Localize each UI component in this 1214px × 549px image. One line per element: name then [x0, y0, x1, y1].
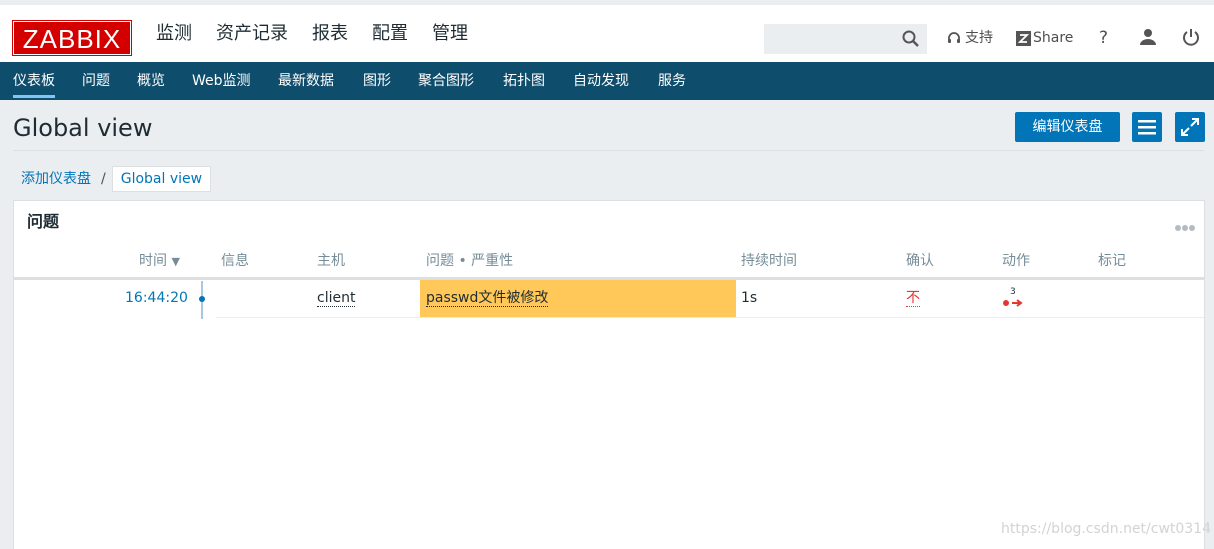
sub-menu-services[interactable]: 服务 — [658, 62, 686, 100]
column-header-info: 信息 — [221, 253, 249, 269]
sub-menu-screens[interactable]: 聚合图形 — [418, 62, 474, 100]
breadcrumb-separator: / — [101, 171, 106, 187]
host-name: client — [317, 290, 356, 307]
watermark-text: https://blog.csdn.net/cwt0314 — [1001, 521, 1212, 537]
title-divider — [13, 150, 1204, 151]
page-title: Global view — [13, 114, 153, 142]
sub-menu-latest-data[interactable]: 最新数据 — [278, 62, 334, 100]
column-header-problem-severity: 问题 • 严重性 — [426, 253, 514, 269]
power-icon[interactable] — [1181, 27, 1201, 49]
sub-menu-web[interactable]: Web监测 — [192, 62, 251, 100]
breadcrumb: 添加仪表盘 / Global view — [13, 166, 212, 192]
edit-dashboard-button[interactable]: 编辑仪表盘 — [1015, 112, 1120, 142]
share-link[interactable]: Share — [1016, 29, 1073, 47]
sub-menu-discovery[interactable]: 自动发现 — [573, 62, 629, 100]
timeline-dot — [199, 296, 205, 302]
problem-time-link[interactable]: 16:44:20 — [125, 288, 188, 308]
search-icon[interactable] — [897, 26, 925, 52]
table-row-divider — [216, 317, 1204, 318]
share-z-icon — [1016, 30, 1031, 46]
column-header-time-label: 时间 — [139, 253, 167, 269]
breadcrumb-parent[interactable]: 添加仪表盘 — [13, 167, 99, 191]
actions-count: 3 — [1010, 287, 1016, 297]
widget-title: 问题 — [27, 212, 60, 231]
column-header-time[interactable]: 时间 ▼ — [139, 251, 180, 272]
ack-link[interactable]: 不 — [906, 288, 920, 308]
top-header: ZABBIX 监测 资产记录 报表 配置 管理 支持 Share ? — [0, 0, 1214, 69]
problems-widget: 问题 时间 ▼ 信息 主机 问题 • 严重性 持续时间 确认 动作 标记 16:… — [13, 200, 1205, 549]
sort-desc-icon: ▼ — [171, 255, 180, 268]
share-label: Share — [1033, 30, 1074, 46]
column-header-actions: 动作 — [1002, 253, 1030, 269]
main-menu-administration[interactable]: 管理 — [432, 19, 468, 49]
problem-name: passwd文件被修改 — [426, 290, 549, 307]
sub-menu-overview[interactable]: 概览 — [137, 62, 165, 100]
main-menu-configuration[interactable]: 配置 — [372, 19, 408, 49]
sub-menu-problems[interactable]: 问题 — [82, 62, 110, 100]
fullscreen-icon[interactable] — [1175, 112, 1205, 142]
column-header-host: 主机 — [317, 253, 345, 269]
sub-menu-maps[interactable]: 拓扑图 — [503, 62, 545, 100]
problem-name-link[interactable]: passwd文件被修改 — [426, 288, 549, 308]
actions-indicator[interactable]: 3 — [1002, 287, 1028, 311]
ack-status: 不 — [906, 290, 920, 307]
column-header-ack: 确认 — [906, 253, 934, 269]
main-menu-inventory[interactable]: 资产记录 — [216, 19, 288, 49]
headset-icon — [948, 32, 960, 43]
zabbix-logo[interactable]: ZABBIX — [12, 20, 132, 56]
sub-menu-graphs[interactable]: 图形 — [363, 62, 391, 100]
hamburger-icon[interactable] — [1132, 112, 1162, 142]
problem-duration: 1s — [741, 290, 758, 306]
main-menu-monitoring[interactable]: 监测 — [156, 19, 192, 69]
support-label: 支持 — [965, 30, 993, 46]
main-menu: 监测 资产记录 报表 配置 管理 — [156, 19, 492, 69]
sub-menu-dashboard[interactable]: 仪表板 — [13, 62, 55, 100]
more-icon[interactable] — [1174, 217, 1196, 231]
column-header-tags: 标记 — [1098, 253, 1126, 269]
action-arrow-icon — [1003, 299, 1023, 307]
help-button[interactable]: ? — [1099, 29, 1108, 47]
problem-host-link[interactable]: client — [317, 288, 356, 308]
support-link[interactable]: 支持 — [946, 29, 993, 47]
breadcrumb-current[interactable]: Global view — [111, 166, 212, 192]
user-icon[interactable] — [1138, 27, 1158, 49]
column-header-duration: 持续时间 — [741, 253, 797, 269]
main-menu-reports[interactable]: 报表 — [312, 19, 348, 49]
sub-menu: 仪表板 问题 概览 Web监测 最新数据 图形 聚合图形 拓扑图 自动发现 服务 — [0, 62, 1214, 100]
